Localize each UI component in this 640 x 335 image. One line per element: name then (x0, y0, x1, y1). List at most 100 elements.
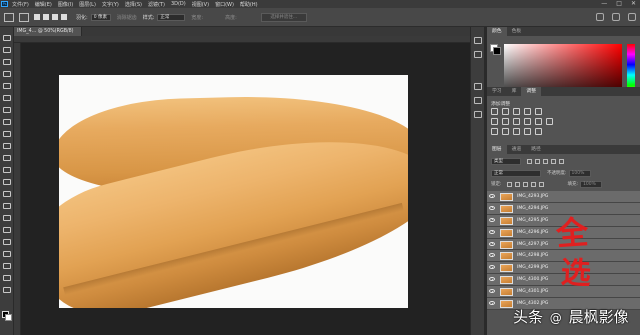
menu-image[interactable]: 图像(I) (58, 1, 73, 8)
brush-panel-icon[interactable] (474, 83, 482, 90)
properties-panel-icon[interactable] (474, 51, 482, 58)
tab-adjustments[interactable]: 调整 (521, 87, 542, 96)
fill-input[interactable]: 100% (580, 180, 603, 188)
menu-3d[interactable]: 3D(D) (171, 1, 186, 7)
paragraph-panel-icon[interactable] (474, 111, 482, 118)
invert-icon[interactable] (491, 128, 498, 135)
home-icon[interactable] (4, 12, 14, 22)
channel-mixer-icon[interactable] (535, 118, 542, 125)
rectangle-tool-icon[interactable] (3, 251, 11, 257)
menu-layer[interactable]: 图层(L) (79, 1, 96, 8)
clone-stamp-tool-icon[interactable] (3, 143, 11, 149)
opacity-input[interactable]: 100% (568, 169, 591, 177)
healing-brush-tool-icon[interactable] (3, 119, 11, 125)
filter-pixel-icon[interactable] (527, 159, 532, 164)
brush-tool-icon[interactable] (3, 131, 11, 137)
menu-filter[interactable]: 滤镜(T) (148, 1, 165, 8)
layer-row[interactable]: IMG_4293.JPG (487, 191, 640, 203)
close-button[interactable]: ✕ (631, 0, 636, 8)
dodge-tool-icon[interactable] (3, 203, 11, 209)
character-panel-icon[interactable] (474, 97, 482, 104)
menu-view[interactable]: 视图(V) (192, 1, 209, 8)
menu-help[interactable]: 帮助(H) (240, 1, 258, 8)
share-icon[interactable] (628, 13, 636, 21)
gradient-tool-icon[interactable] (3, 179, 11, 185)
intersect-selection-icon[interactable] (61, 14, 67, 20)
blur-tool-icon[interactable] (3, 191, 11, 197)
eyedropper-tool-icon[interactable] (3, 107, 11, 113)
visibility-eye-icon[interactable] (489, 205, 495, 210)
blend-mode-select[interactable]: 正常 (491, 169, 541, 177)
visibility-eye-icon[interactable] (489, 241, 495, 246)
workspace-icon[interactable] (612, 13, 620, 21)
photo-filter-icon[interactable] (524, 118, 531, 125)
hue-saturation-icon[interactable] (491, 118, 498, 125)
menu-edit[interactable]: 编辑(E) (35, 1, 52, 8)
select-and-mask-button[interactable]: 选择并遮住... (260, 12, 307, 22)
vibrance-icon[interactable] (535, 108, 542, 115)
filter-shape-icon[interactable] (551, 159, 556, 164)
tab-learn[interactable]: 学习 (487, 87, 507, 96)
menu-window[interactable]: 窗口(W) (215, 1, 234, 8)
visibility-eye-icon[interactable] (489, 253, 495, 258)
new-selection-icon[interactable] (34, 14, 40, 20)
magic-wand-tool-icon[interactable] (3, 71, 11, 77)
maximize-button[interactable]: □ (616, 0, 622, 8)
black-white-icon[interactable] (513, 118, 520, 125)
color-lookup-icon[interactable] (546, 118, 553, 125)
history-panel-icon[interactable] (474, 37, 482, 44)
tab-channels[interactable]: 通道 (507, 145, 527, 154)
tab-libraries[interactable]: 库 (507, 87, 522, 96)
lock-position-icon[interactable] (522, 181, 528, 187)
exposure-icon[interactable] (524, 108, 531, 115)
visibility-eye-icon[interactable] (489, 301, 495, 306)
tab-layers[interactable]: 图层 (487, 145, 507, 154)
crop-tool-icon[interactable] (3, 83, 11, 89)
levels-icon[interactable] (502, 108, 509, 115)
selective-color-icon[interactable] (524, 128, 531, 135)
style-select[interactable]: 正常 (157, 13, 186, 21)
pen-tool-icon[interactable] (3, 215, 11, 221)
threshold-icon[interactable] (513, 128, 520, 135)
brightness-contrast-icon[interactable] (491, 108, 498, 115)
lock-all-icon[interactable] (538, 181, 544, 187)
filter-adjustment-icon[interactable] (535, 159, 540, 164)
posterize-icon[interactable] (502, 128, 509, 135)
color-balance-icon[interactable] (502, 118, 509, 125)
eraser-tool-icon[interactable] (3, 167, 11, 173)
menu-type[interactable]: 文字(Y) (102, 1, 119, 8)
visibility-eye-icon[interactable] (489, 194, 495, 198)
tab-paths[interactable]: 路径 (526, 145, 546, 154)
visibility-eye-icon[interactable] (489, 289, 495, 294)
antialias-checkbox[interactable]: 消除锯齿 (117, 14, 137, 21)
layer-filter-select[interactable]: 类型 (491, 158, 521, 165)
zoom-tool-icon[interactable] (3, 275, 11, 281)
gradient-map-icon[interactable] (535, 128, 542, 135)
document-photo[interactable] (59, 75, 408, 308)
visibility-eye-icon[interactable] (489, 277, 495, 282)
document-tab[interactable]: IMG_4... @ 50%(RGB/8) (14, 27, 82, 36)
lock-artboard-icon[interactable] (530, 181, 536, 187)
add-selection-icon[interactable] (43, 14, 49, 20)
marquee-tool-icon[interactable] (3, 47, 11, 53)
lasso-tool-icon[interactable] (3, 59, 11, 65)
visibility-eye-icon[interactable] (489, 265, 495, 270)
subtract-selection-icon[interactable] (52, 14, 58, 20)
background-color-swatch[interactable] (5, 314, 12, 321)
lock-transparent-icon[interactable] (506, 181, 512, 187)
visibility-eye-icon[interactable] (489, 229, 495, 234)
filter-type-icon[interactable] (543, 159, 548, 164)
feather-input[interactable]: 0 像素 (90, 13, 111, 21)
history-brush-tool-icon[interactable] (3, 155, 11, 161)
menu-file[interactable]: 文件(F) (12, 1, 29, 8)
type-tool-icon[interactable] (3, 227, 11, 233)
visibility-eye-icon[interactable] (489, 217, 495, 222)
menu-select[interactable]: 选择(S) (125, 1, 142, 8)
tab-color[interactable]: 颜色 (487, 27, 507, 36)
marquee-preset-icon[interactable] (19, 12, 29, 22)
more-tools-icon[interactable] (3, 287, 11, 293)
hand-tool-icon[interactable] (3, 263, 11, 269)
lock-image-icon[interactable] (514, 181, 520, 187)
search-icon[interactable] (596, 13, 604, 21)
minimize-button[interactable]: — (601, 0, 607, 8)
